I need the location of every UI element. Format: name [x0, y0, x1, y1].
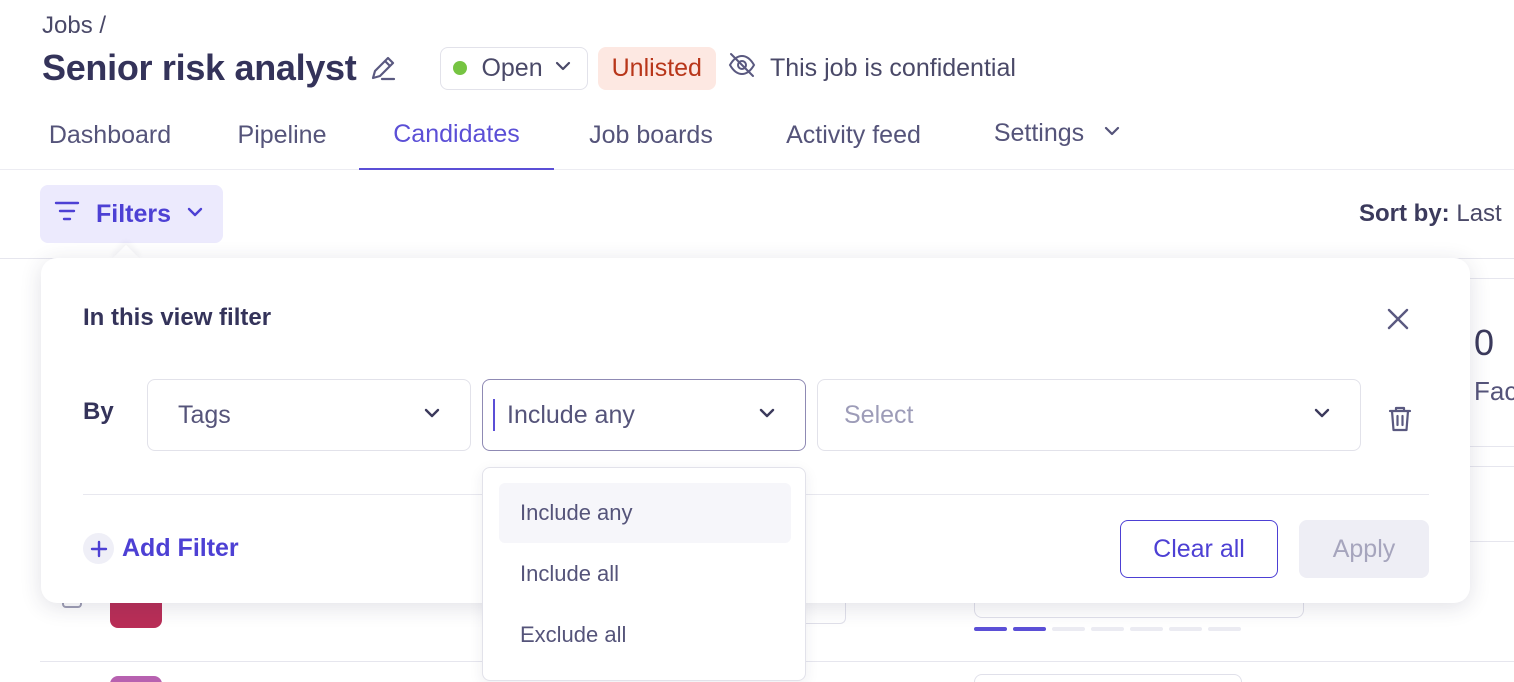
chevron-down-icon	[757, 401, 777, 430]
unlisted-badge: Unlisted	[597, 46, 716, 90]
text-caret	[493, 399, 495, 431]
filter-value-dropdown[interactable]: Select	[817, 379, 1361, 451]
tab-label: Pipeline	[237, 120, 327, 149]
option-exclude-all[interactable]: Exclude all	[499, 605, 791, 665]
filters-label: Filters	[96, 199, 172, 228]
tab-dashboard[interactable]: Dashboard	[44, 100, 176, 170]
filter-field-dropdown[interactable]: Tags	[147, 379, 471, 451]
trash-icon[interactable]	[1387, 405, 1413, 438]
tab-activity-feed[interactable]: Activity feed	[777, 100, 930, 170]
stage-progress	[974, 627, 1241, 631]
operator-options-menu: Include any Include all Exclude all	[482, 467, 806, 681]
tab-candidates[interactable]: Candidates	[359, 100, 554, 170]
breadcrumb[interactable]: Jobs /	[42, 12, 106, 40]
chevron-down-icon	[1102, 119, 1122, 148]
filter-operator-value: Include any	[507, 400, 635, 429]
job-tabs: Dashboard Pipeline Candidates Job boards…	[0, 100, 1514, 170]
tab-label: Activity feed	[786, 120, 921, 149]
option-include-all[interactable]: Include all	[499, 544, 791, 604]
filter-operator-dropdown[interactable]: Include any	[482, 379, 806, 451]
tab-settings[interactable]: Settings	[988, 98, 1128, 168]
add-filter-label: Add Filter	[122, 534, 239, 562]
sort-value: Last	[1456, 200, 1502, 227]
eye-off-icon	[728, 51, 756, 86]
pencil-icon[interactable]	[368, 53, 398, 83]
chevron-down-icon	[185, 200, 205, 229]
close-icon[interactable]	[1385, 306, 1411, 332]
plus-icon	[83, 533, 114, 564]
tab-job-boards[interactable]: Job boards	[583, 100, 719, 170]
status-dot-icon	[453, 61, 468, 75]
tab-label: Dashboard	[48, 120, 172, 149]
sort-by-control[interactable]: Sort by: Last	[1359, 200, 1502, 228]
add-filter-button[interactable]: Add Filter	[83, 533, 239, 564]
chevron-down-icon	[1312, 401, 1332, 430]
sort-label: Sort by:	[1359, 200, 1450, 227]
by-label: By	[83, 398, 114, 425]
tab-label: Job boards	[589, 120, 713, 149]
option-include-any[interactable]: Include any	[499, 483, 791, 543]
filters-button[interactable]: Filters	[40, 185, 223, 243]
filter-panel-title: In this view filter	[83, 304, 272, 331]
page-title: Senior risk analyst	[42, 47, 357, 88]
filter-lines-icon	[54, 200, 80, 229]
chevron-down-icon	[422, 401, 442, 430]
tab-label: Settings	[993, 118, 1085, 147]
confidential-text: This job is confidential	[769, 53, 1016, 82]
chevron-down-icon	[553, 54, 573, 83]
job-status-value: Open	[481, 53, 543, 82]
stat-label: Fac	[1474, 376, 1514, 406]
filter-field-value: Tags	[178, 400, 231, 429]
tab-label: Candidates	[393, 119, 520, 148]
clear-all-button[interactable]: Clear all	[1120, 520, 1278, 578]
stat-count: 0	[1474, 322, 1495, 363]
confidential-indicator: This job is confidential	[728, 51, 1016, 86]
job-title-row: Senior risk analyst Open Unlisted This j…	[42, 46, 1016, 90]
job-status-dropdown[interactable]: Open	[440, 46, 588, 90]
avatar	[110, 676, 162, 682]
candidate-stage-field[interactable]	[974, 674, 1242, 682]
apply-button[interactable]: Apply	[1299, 520, 1429, 578]
tab-pipeline[interactable]: Pipeline	[234, 100, 330, 170]
filter-value-placeholder: Select	[844, 400, 914, 429]
